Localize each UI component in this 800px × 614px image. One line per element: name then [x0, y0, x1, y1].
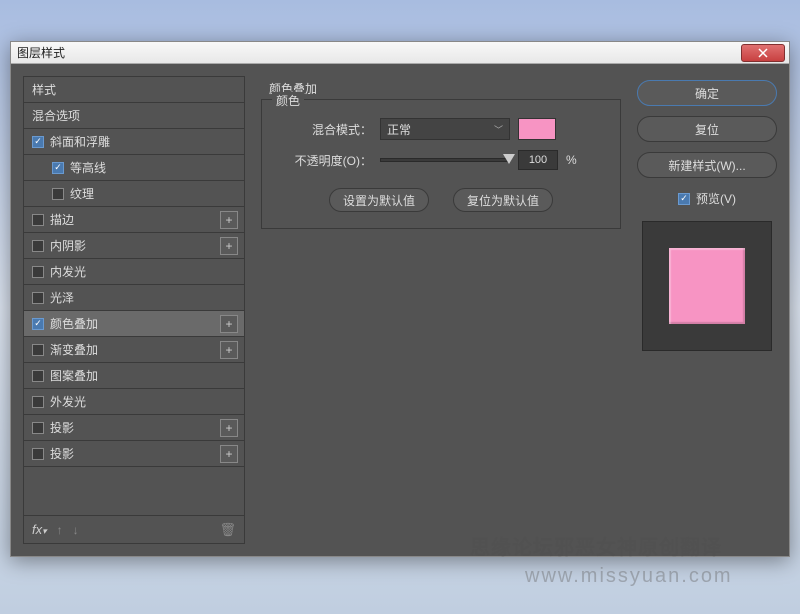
style-checkbox[interactable] [32, 266, 44, 278]
style-label: 内阴影 [50, 237, 86, 254]
style-row-渐变叠加[interactable]: 渐变叠加 + [24, 337, 244, 363]
style-row-投影[interactable]: 投影 + [24, 441, 244, 467]
blend-mode-value: 正常 [387, 121, 411, 138]
preview-box [642, 221, 772, 351]
section-title: 颜色叠加 [269, 80, 625, 97]
color-swatch[interactable] [518, 118, 556, 140]
new-style-button[interactable]: 新建样式(W)... [637, 152, 777, 178]
style-row-内发光[interactable]: 内发光 [24, 259, 244, 285]
style-checkbox[interactable] [32, 344, 44, 356]
style-label: 内发光 [50, 263, 86, 280]
style-row-外发光[interactable]: 外发光 [24, 389, 244, 415]
opacity-slider[interactable] [380, 158, 510, 162]
style-row-投影[interactable]: 投影 + [24, 415, 244, 441]
style-row-描边[interactable]: 描边 + [24, 207, 244, 233]
slider-thumb-icon[interactable] [503, 154, 515, 164]
style-checkbox[interactable] [32, 396, 44, 408]
style-label: 描边 [50, 211, 74, 228]
style-row-纹理[interactable]: 纹理 [24, 181, 244, 207]
style-row-等高线[interactable]: 等高线 [24, 155, 244, 181]
style-row-颜色叠加[interactable]: 颜色叠加 + [24, 311, 244, 337]
window-title: 图层样式 [11, 44, 65, 61]
trash-icon[interactable]: 🗑 [219, 522, 236, 538]
preview-label: 预览(V) [696, 190, 736, 207]
style-label: 投影 [50, 419, 74, 436]
style-row-图案叠加[interactable]: 图案叠加 [24, 363, 244, 389]
styles-panel: 样式 混合选项 斜面和浮雕等高线纹理描边 + 内阴影 + 内发光光泽颜色叠加 + 渐变叠加 +… [23, 76, 245, 544]
style-label: 图案叠加 [50, 367, 98, 384]
style-label: 颜色叠加 [50, 315, 98, 332]
opacity-row: 不透明度(O)： % [280, 150, 602, 170]
preview-swatch [669, 248, 745, 324]
add-effect-button[interactable]: + [220, 341, 238, 359]
blend-mode-label: 混合模式： [280, 121, 372, 138]
style-checkbox[interactable] [32, 370, 44, 382]
style-checkbox[interactable] [52, 162, 64, 174]
style-checkbox[interactable] [32, 318, 44, 330]
style-checkbox[interactable] [32, 240, 44, 252]
style-checkbox[interactable] [32, 292, 44, 304]
opacity-input[interactable] [518, 150, 558, 170]
style-row-光泽[interactable]: 光泽 [24, 285, 244, 311]
add-effect-button[interactable]: + [220, 419, 238, 437]
cancel-button[interactable]: 复位 [637, 116, 777, 142]
style-label: 纹理 [70, 185, 94, 202]
add-effect-button[interactable]: + [220, 237, 238, 255]
styles-footer: fx▾ ↑ ↓ 🗑 [24, 515, 244, 543]
style-label: 渐变叠加 [50, 341, 98, 358]
style-label: 斜面和浮雕 [50, 133, 110, 150]
close-icon [758, 48, 768, 58]
style-label: 外发光 [50, 393, 86, 410]
right-panel: 确定 复位 新建样式(W)... 预览(V) [637, 76, 777, 544]
default-buttons-row: 设置为默认值 复位为默认值 [280, 188, 602, 212]
style-checkbox[interactable] [32, 448, 44, 460]
opacity-label: 不透明度(O)： [280, 152, 372, 169]
close-button[interactable] [741, 44, 785, 62]
style-checkbox[interactable] [32, 136, 44, 148]
move-up-icon[interactable]: ↑ [57, 523, 63, 537]
add-effect-button[interactable]: + [220, 211, 238, 229]
style-row-斜面和浮雕[interactable]: 斜面和浮雕 [24, 129, 244, 155]
style-label: 光泽 [50, 289, 74, 306]
blend-options-header[interactable]: 混合选项 [24, 103, 244, 129]
chevron-down-icon: ﹀ [494, 123, 503, 136]
style-label: 投影 [50, 445, 74, 462]
reset-default-button[interactable]: 复位为默认值 [453, 188, 553, 212]
style-checkbox[interactable] [32, 422, 44, 434]
settings-panel: 颜色叠加 颜色 混合模式： 正常 ﹀ 不透明度(O)： [257, 76, 625, 544]
dialog-body: 样式 混合选项 斜面和浮雕等高线纹理描边+内阴影+内发光光泽颜色叠加+渐变叠加+… [11, 64, 789, 556]
style-label: 等高线 [70, 159, 106, 176]
blend-mode-row: 混合模式： 正常 ﹀ [280, 118, 602, 140]
layer-style-dialog: 图层样式 样式 混合选项 斜面和浮雕等高线纹理描边+内阴影+内发光光泽颜色叠加+… [10, 41, 790, 557]
style-row-内阴影[interactable]: 内阴影 + [24, 233, 244, 259]
styles-header[interactable]: 样式 [24, 77, 244, 103]
style-checkbox[interactable] [52, 188, 64, 200]
blend-mode-select[interactable]: 正常 ﹀ [380, 118, 510, 140]
preview-checkbox-row[interactable]: 预览(V) [637, 190, 777, 207]
watermark-text-1: 思缘论坛邪恶女神原创翻译 [470, 531, 722, 560]
ok-button[interactable]: 确定 [637, 80, 777, 106]
add-effect-button[interactable]: + [220, 445, 238, 463]
add-effect-button[interactable]: + [220, 315, 238, 333]
style-checkbox[interactable] [32, 214, 44, 226]
titlebar: 图层样式 [11, 42, 789, 64]
move-down-icon[interactable]: ↓ [73, 523, 79, 537]
watermark-text-2: www.missyuan.com [525, 565, 733, 588]
preview-checkbox[interactable] [678, 193, 690, 205]
color-section: 颜色 混合模式： 正常 ﹀ 不透明度(O)： [261, 99, 621, 229]
opacity-unit: % [566, 153, 577, 167]
fx-icon[interactable]: fx▾ [32, 522, 47, 537]
color-subtitle: 颜色 [272, 92, 304, 109]
set-default-button[interactable]: 设置为默认值 [329, 188, 429, 212]
